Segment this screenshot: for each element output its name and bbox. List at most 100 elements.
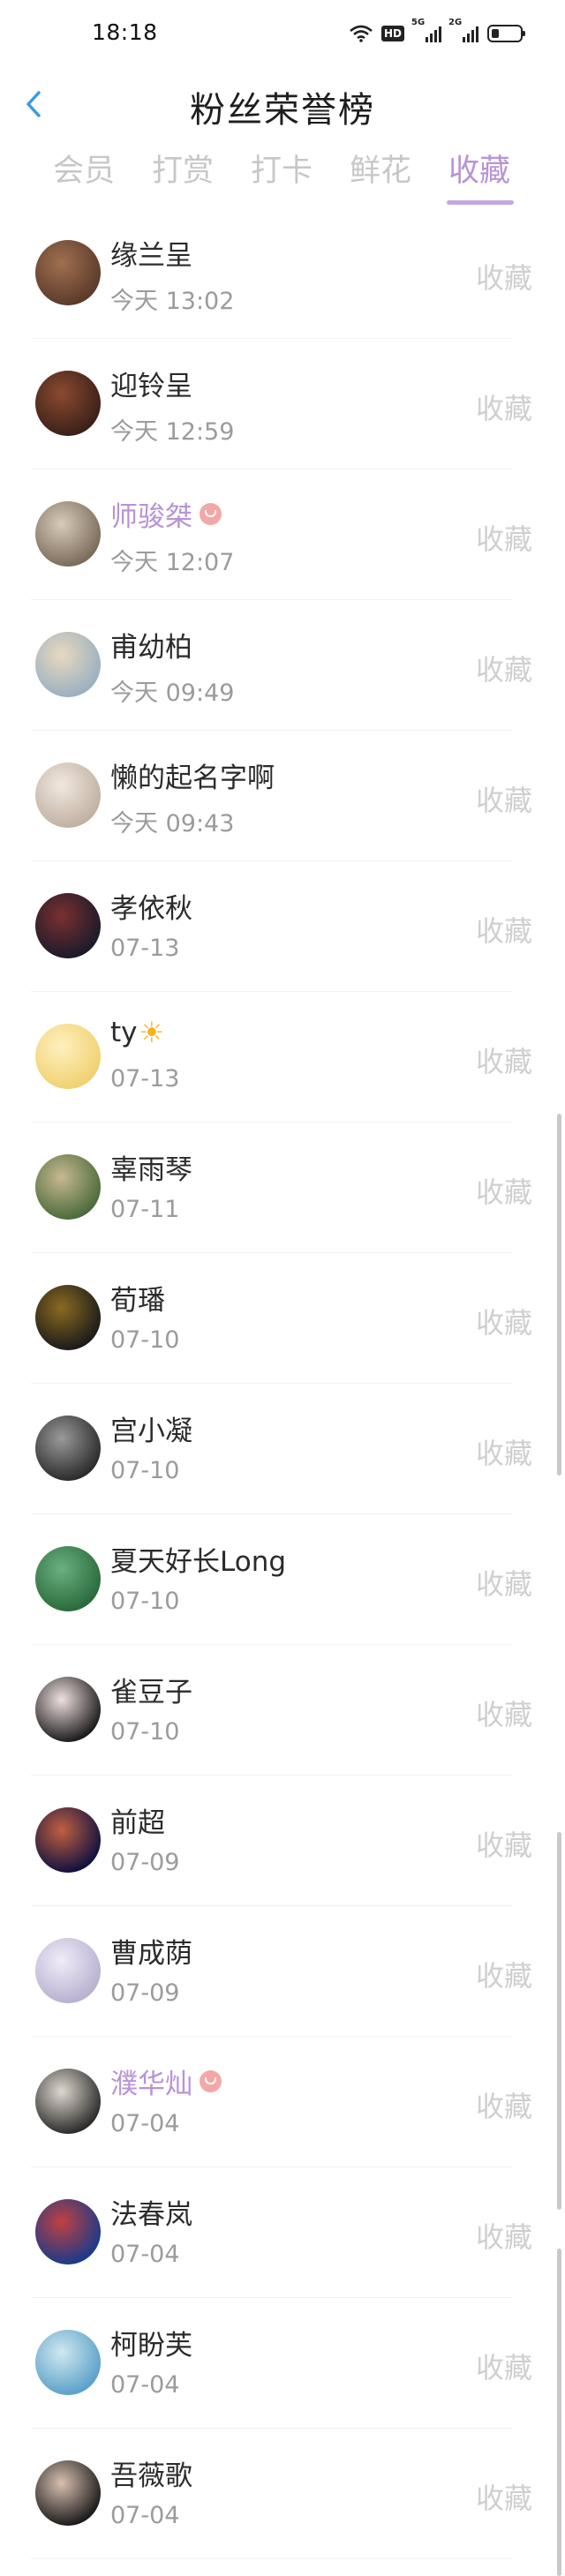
avatar[interactable] <box>35 632 101 697</box>
avatar[interactable] <box>35 1807 101 1873</box>
avatar[interactable] <box>35 2069 101 2134</box>
avatar[interactable] <box>35 240 101 305</box>
fan-row[interactable]: 迎铃呈 今天 12:59 收藏 <box>0 339 565 469</box>
fan-name: 孝依秋 <box>110 886 192 926</box>
avatar[interactable] <box>35 2460 101 2526</box>
favorite-action-label: 收藏 <box>475 2482 532 2515</box>
avatar[interactable] <box>35 893 101 958</box>
avatar[interactable] <box>35 501 101 567</box>
fan-name-text: 缘兰呈 <box>110 240 192 272</box>
fan-row[interactable]: 吾薇歌 07-04 收藏 <box>0 2429 565 2559</box>
avatar[interactable] <box>35 2199 101 2264</box>
fan-time: 07-10 <box>110 1588 180 1615</box>
fan-time: 今天 12:07 <box>110 549 235 576</box>
fan-name: 懒的起名字啊 <box>110 755 275 795</box>
fan-name: 曹成荫 <box>110 1931 192 1971</box>
fan-time: 07-11 <box>110 1196 180 1223</box>
hd-badge: HD <box>380 26 404 41</box>
signal-5g-icon: 5G <box>411 18 441 42</box>
favorite-action-label: 收藏 <box>475 1045 532 1078</box>
fan-row[interactable]: 辜雨琴 07-11 收藏 <box>0 1123 565 1253</box>
fan-name: 柯盼芙 <box>110 2323 192 2362</box>
avatar[interactable] <box>35 1024 101 1089</box>
status-time: 18:18 <box>92 19 158 45</box>
favorite-action-label: 收藏 <box>475 1698 532 1731</box>
avatar[interactable] <box>35 371 101 436</box>
fan-name: 师骏桀 <box>110 494 222 534</box>
tab-favorite[interactable]: 收藏 <box>440 146 519 191</box>
tab-member[interactable]: 会员 <box>44 146 124 191</box>
fan-row[interactable]: 前超 07-09 收藏 <box>0 1776 565 1906</box>
favorite-action-label: 收藏 <box>475 2090 532 2123</box>
fan-name: 缘兰呈 <box>110 233 192 273</box>
fan-name-text: 师骏桀 <box>110 501 192 533</box>
favorite-action-label: 收藏 <box>475 2220 532 2254</box>
fan-row[interactable]: 荀璠 07-10 收藏 <box>0 1253 565 1384</box>
fan-time: 07-04 <box>110 2502 180 2529</box>
avatar[interactable] <box>35 762 101 828</box>
avatar[interactable] <box>35 1677 101 1742</box>
fan-row[interactable]: 师骏桀 今天 12:07 收藏 <box>0 469 565 600</box>
fan-time: 07-04 <box>110 2110 180 2137</box>
fan-name-text: 辜雨琴 <box>110 1154 192 1186</box>
fan-name-text: 荀璠 <box>110 1285 165 1317</box>
fan-row[interactable]: 夏天好长Long 07-10 收藏 <box>0 1514 565 1645</box>
status-bar: 18:18 HD 5G 2G <box>0 0 565 74</box>
avatar[interactable] <box>35 1285 101 1350</box>
fan-time: 07-10 <box>110 1326 180 1354</box>
avatar[interactable] <box>35 1154 101 1220</box>
fan-name: 吾薇歌 <box>110 2453 192 2493</box>
scrollbar-lower[interactable] <box>557 1832 561 2210</box>
fan-row[interactable]: 法春岚 07-04 收藏 <box>0 2167 565 2298</box>
tab-reward[interactable]: 打赏 <box>143 146 222 191</box>
fan-name: 夏天好长Long <box>110 1539 286 1579</box>
fan-name-text: 吾薇歌 <box>110 2460 192 2492</box>
fan-name: 迎铃呈 <box>110 364 192 403</box>
signal-2g-icon: 2G <box>448 18 478 42</box>
fan-row[interactable]: 缘兰呈 今天 13:02 收藏 <box>0 208 565 339</box>
favorite-action-label: 收藏 <box>475 1437 532 1470</box>
scrollbar-bottom[interactable] <box>557 2249 561 2576</box>
avatar[interactable] <box>35 1416 101 1481</box>
fan-name-text: ty <box>110 1017 138 1048</box>
fan-name: 法春岚 <box>110 2192 192 2232</box>
fan-row[interactable]: 曹成荫 07-09 收藏 <box>0 1906 565 2037</box>
fan-name-text: 前超 <box>110 1807 165 1839</box>
scrollbar[interactable] <box>557 1114 561 1476</box>
favorite-action-label: 收藏 <box>475 1175 532 1209</box>
fan-time: 今天 12:59 <box>110 418 235 446</box>
vip-badge-icon <box>200 503 222 525</box>
fan-name: 甫幼柏 <box>110 625 192 665</box>
fan-row[interactable]: 雀豆子 07-10 收藏 <box>0 1645 565 1776</box>
fan-honor-page: 18:18 HD 5G 2G 粉丝荣誉榜 会员 打赏 打卡 鲜花 收藏 缘兰呈 … <box>0 0 565 2576</box>
fan-name: 濮华灿 <box>110 2062 222 2101</box>
fan-time: 今天 09:43 <box>110 810 235 837</box>
fan-row[interactable]: 懒的起名字啊 今天 09:43 收藏 <box>0 731 565 861</box>
fan-row[interactable]: 柯盼芙 07-04 收藏 <box>0 2298 565 2429</box>
fan-row[interactable]: ty ☀ 07-13 收藏 <box>0 992 565 1123</box>
fan-name: 宫小凝 <box>110 1408 192 1448</box>
tab-flower[interactable]: 鲜花 <box>341 146 420 191</box>
tab-checkin[interactable]: 打卡 <box>242 146 321 191</box>
active-tab-indicator <box>447 200 514 205</box>
status-icons: HD 5G 2G <box>350 18 525 44</box>
avatar[interactable] <box>35 2330 101 2395</box>
favorite-action-label: 收藏 <box>475 1567 532 1601</box>
avatar[interactable] <box>35 1546 101 1611</box>
fan-row[interactable]: 甫幼柏 今天 09:49 收藏 <box>0 600 565 731</box>
fan-name-text: 濮华灿 <box>110 2069 192 2100</box>
fan-list: 缘兰呈 今天 13:02 收藏迎铃呈今天 12:59 收藏 师骏桀今天 12:07 收藏 甫… <box>0 208 565 2559</box>
avatar[interactable] <box>35 1938 101 2003</box>
fan-row[interactable]: 孝依秋 07-13 收藏 <box>0 861 565 992</box>
favorite-action-label: 收藏 <box>475 1959 532 1993</box>
wifi-icon <box>350 25 373 42</box>
fan-time: 07-13 <box>110 1065 180 1093</box>
fan-row[interactable]: 濮华灿 07-04 收藏 <box>0 2037 565 2167</box>
fan-name-text: 法春岚 <box>110 2199 192 2231</box>
favorite-action-label: 收藏 <box>475 2351 532 2384</box>
battery-icon <box>487 25 525 42</box>
fan-name: 辜雨琴 <box>110 1147 192 1187</box>
favorite-action-label: 收藏 <box>475 914 532 948</box>
fan-row[interactable]: 宫小凝 07-10 收藏 <box>0 1384 565 1514</box>
fan-name: ty ☀ <box>110 1017 164 1048</box>
